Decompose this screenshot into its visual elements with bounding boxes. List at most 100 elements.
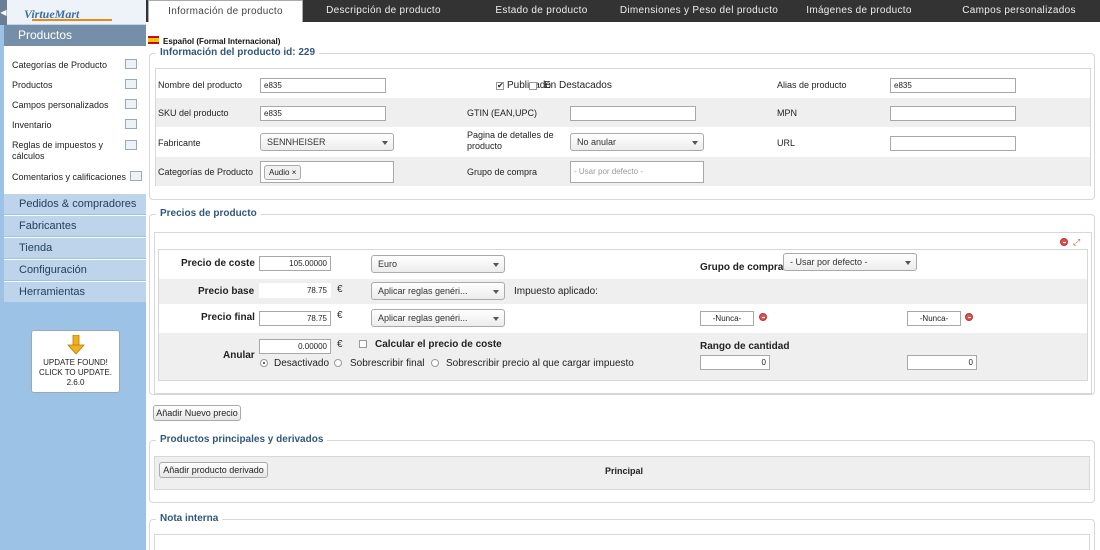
tab-campos[interactable]: Campos personalizados — [938, 0, 1100, 22]
price-row-coste: Precio de coste 105.00000 Euro Grupo de … — [159, 250, 1087, 279]
tab-imagenes[interactable]: Imágenes de producto — [780, 0, 938, 22]
collapse-sidebar-icon[interactable]: ◀ — [0, 0, 7, 25]
tab-dimensiones[interactable]: Dimensiones y Peso del producto — [618, 0, 780, 22]
calcular-coste-checkbox[interactable] — [359, 340, 367, 348]
categoria-tag-label: Audio — [269, 168, 290, 177]
radio-sobrescribir-impuesto[interactable] — [431, 359, 439, 367]
grupo-compra-price-label: Grupo de compra — [700, 262, 784, 273]
reviews-icon — [130, 171, 142, 181]
sidebar-item-inventario[interactable]: Inventario — [12, 120, 52, 131]
precio-final-input[interactable]: 78.75 — [259, 311, 331, 326]
info-row-4: Categorías de Producto Audio × Grupo de … — [156, 157, 1090, 186]
rango-from-input[interactable]: 0 — [700, 355, 770, 370]
price-row-base: Precio base 78.75 € Aplicar reglas genér… — [159, 279, 1087, 304]
sidebar-item-pedidos[interactable]: Pedidos & compradores — [4, 193, 146, 214]
currency-select[interactable]: Euro — [371, 255, 505, 273]
sidebar-item-herramientas[interactable]: Herramientas — [4, 281, 146, 302]
anular-input[interactable]: 0.00000 — [259, 339, 331, 354]
tab-informacion[interactable]: Información de producto — [148, 0, 303, 22]
product-tabs: Información de producto Descripción de p… — [146, 0, 1100, 22]
category-icon — [125, 59, 137, 69]
precio-final-label: Precio final — [201, 312, 255, 323]
radio-desactivado[interactable] — [260, 359, 268, 367]
info-row-2: SKU del producto e835 GTIN (EAN,UPC) MPN — [156, 98, 1090, 127]
precio-coste-label: Precio de coste — [181, 258, 255, 269]
categorias-label: Categorías de Producto — [158, 167, 254, 177]
remove-tag-icon[interactable]: × — [292, 168, 297, 177]
sidebar-item-comentarios[interactable]: Comentarios y calificaciones — [12, 172, 126, 183]
sidebar-item-tienda[interactable]: Tienda — [4, 237, 146, 258]
nunca-date-2[interactable]: -Nunca- — [907, 311, 961, 326]
principal-header: Principal — [605, 466, 644, 476]
base-rule-select[interactable]: Aplicar reglas genéri... — [371, 282, 505, 300]
rango-cantidad-label: Rango de cantidad — [700, 341, 790, 352]
categorias-input[interactable]: Audio × — [260, 161, 394, 183]
add-price-button[interactable]: Añadir Nuevo precio — [153, 405, 241, 421]
products-icon — [125, 79, 137, 89]
add-derived-button[interactable]: Añadir producto derivado — [159, 462, 268, 478]
sidebar-section-productos[interactable]: Productos — [4, 25, 146, 46]
remove-price-icon[interactable] — [1060, 238, 1068, 246]
sidebar-item-reglas[interactable]: Reglas de impuestos y cálculos — [12, 140, 112, 162]
pagina-detalles-label: Pagina de detalles de producto — [467, 130, 554, 151]
sidebar-item-campos[interactable]: Campos personalizados — [12, 100, 109, 111]
prices-panel: ⤢ Precio de coste 105.00000 Euro Grupo d… — [154, 232, 1092, 394]
custom-fields-icon — [125, 99, 137, 109]
alias-input[interactable]: e835 — [890, 78, 1016, 93]
euro-symbol-final: € — [337, 310, 343, 321]
mpn-input[interactable] — [890, 106, 1016, 121]
categoria-tag[interactable]: Audio × — [264, 165, 302, 180]
update-line-2: CLICK TO UPDATE. — [39, 368, 112, 377]
nombre-label: Nombre del producto — [158, 80, 243, 90]
expand-icon[interactable]: ⤢ — [1073, 237, 1080, 248]
sku-label: SKU del producto — [158, 108, 229, 118]
sku-input[interactable]: e835 — [260, 106, 386, 121]
precio-coste-input[interactable]: 105.00000 — [259, 256, 331, 271]
precio-base-value: 78.75 — [259, 283, 331, 298]
pagina-detalles-select[interactable]: No anular — [570, 133, 704, 151]
euro-symbol-anular: € — [337, 339, 343, 350]
product-info-table: Nombre del producto e835 ✔ Publicado En … — [155, 68, 1091, 186]
prices-legend: Precios de producto — [156, 208, 261, 219]
calcular-coste-label: Calcular el precio de coste — [375, 339, 502, 350]
sidebar-item-productos[interactable]: Productos — [12, 80, 53, 91]
rango-to-input[interactable]: 0 — [907, 355, 977, 370]
nunca-date-1[interactable]: -Nunca- — [700, 311, 754, 326]
product-info-legend: Información del producto id: 229 — [156, 47, 320, 58]
sidebar: ◀ VirtueMart Productos Categorías de Pro… — [0, 0, 146, 550]
tab-estado[interactable]: Estado de producto — [464, 0, 619, 22]
info-row-1: Nombre del producto e835 ✔ Publicado En … — [156, 69, 1090, 98]
derived-legend: Productos principales y derivados — [156, 434, 328, 445]
tax-rules-icon — [125, 140, 137, 150]
tab-descripcion[interactable]: Descripción de producto — [306, 0, 461, 22]
clear-date-1-icon[interactable] — [759, 313, 767, 321]
clear-date-2-icon[interactable] — [965, 313, 973, 321]
grupo-compra-input[interactable]: - Usar por defecto - — [570, 161, 704, 183]
url-input[interactable] — [890, 136, 1016, 151]
price-table: Precio de coste 105.00000 Euro Grupo de … — [158, 249, 1088, 381]
euro-symbol: € — [337, 284, 343, 295]
radio-sobrescribir-final[interactable] — [334, 359, 342, 367]
sidebar-item-fabricantes[interactable]: Fabricantes — [4, 215, 146, 236]
update-notice-button[interactable]: UPDATE FOUND! CLICK TO UPDATE. 2.6.0 — [31, 330, 120, 393]
prices-fieldset: Precios de producto ⤢ Precio de coste 10… — [149, 208, 1095, 395]
grupo-compra-label: Grupo de compra — [467, 167, 538, 177]
impuesto-aplicado-label: Impuesto aplicado: — [514, 286, 598, 297]
productos-submenu: Categorías de Producto Productos Campos … — [4, 46, 146, 193]
notes-legend: Nota interna — [156, 513, 223, 524]
destacados-label: En Destacados — [544, 80, 612, 91]
logo-underline — [32, 19, 112, 21]
sidebar-item-categorias[interactable]: Categorías de Producto — [12, 60, 107, 71]
grupo-compra-price-select[interactable]: - Usar por defecto - — [783, 253, 917, 271]
final-rule-select[interactable]: Aplicar reglas genéri... — [371, 309, 505, 327]
nombre-input[interactable]: e835 — [260, 78, 386, 93]
price-row-anular: Anular 0.00000 € Calcular el precio de c… — [159, 333, 1087, 380]
notes-area[interactable] — [154, 534, 1090, 550]
info-row-3: Fabricante SENNHEISER Pagina de detalles… — [156, 127, 1090, 157]
sidebar-item-configuracion[interactable]: Configuración — [4, 259, 146, 280]
radio-sobrescribir-impuesto-label: Sobrescribir precio al que cargar impues… — [446, 358, 634, 369]
fabricante-select[interactable]: SENNHEISER — [260, 133, 394, 151]
publicado-checkbox[interactable]: ✔ — [496, 82, 504, 90]
gtin-input[interactable] — [570, 106, 696, 121]
destacados-checkbox[interactable] — [529, 82, 537, 90]
